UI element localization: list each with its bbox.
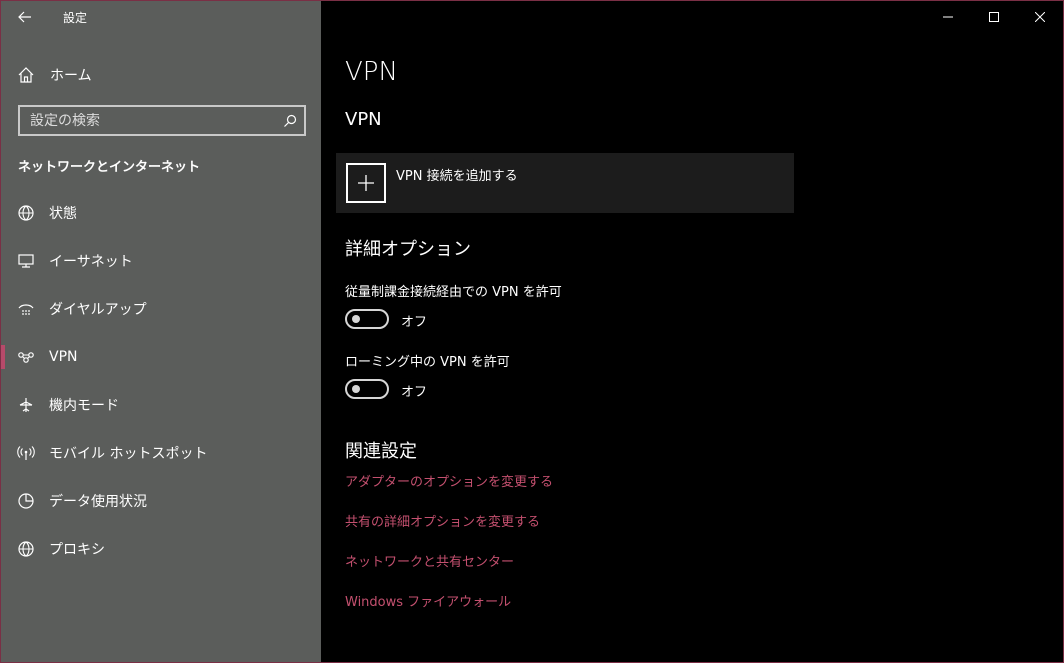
metered-toggle[interactable] <box>345 309 389 329</box>
related-settings-title: 関連設定 <box>345 441 417 462</box>
sidebar-item-label: イーサネット <box>49 254 133 270</box>
plus-icon <box>346 163 386 203</box>
sidebar-item-vpn[interactable]: VPN <box>1 333 321 381</box>
toggle-knob <box>352 385 360 393</box>
caption-buttons <box>925 1 1063 33</box>
globe-status-icon <box>18 205 34 221</box>
minimize-button[interactable] <box>925 1 971 33</box>
metered-toggle-state: オフ <box>401 315 428 330</box>
search-input[interactable] <box>20 112 276 129</box>
advanced-options-title: 詳細オプション <box>345 239 471 260</box>
title-bar: 設定 <box>1 1 321 33</box>
minimize-icon <box>943 16 953 18</box>
sidebar: 設定 ホーム ネットワークとインターネット 状態 イーサネット ダ <box>1 1 321 662</box>
sidebar-item-label: データ使用状況 <box>49 494 147 510</box>
airplane-icon <box>19 398 33 412</box>
metered-option-label: 従量制課金接続経由での VPN を許可 <box>345 285 562 300</box>
roaming-toggle[interactable] <box>345 379 389 399</box>
sidebar-item-ethernet[interactable]: イーサネット <box>1 237 321 285</box>
section-title: ネットワークとインターネット <box>18 160 201 175</box>
app-title: 設定 <box>63 10 88 25</box>
back-button[interactable] <box>1 1 49 33</box>
close-icon <box>1035 12 1045 22</box>
vpn-icon <box>18 352 34 363</box>
data-usage-icon <box>18 493 34 509</box>
maximize-button[interactable] <box>971 1 1017 33</box>
search-icon[interactable] <box>276 107 304 135</box>
sidebar-item-label: モバイル ホットスポット <box>49 446 208 462</box>
sidebar-item-label: 機内モード <box>49 398 119 414</box>
sidebar-item-home[interactable]: ホーム <box>1 57 321 93</box>
nav-list: 状態 イーサネット ダイヤルアップ VPN 機内モード モバイル ホットスポット <box>1 189 321 573</box>
dialup-icon <box>18 304 34 315</box>
search-box[interactable] <box>18 105 306 136</box>
sidebar-item-label: 状態 <box>49 206 77 222</box>
back-arrow-icon <box>18 11 31 23</box>
firewall-link[interactable]: Windows ファイアウォール <box>345 591 511 610</box>
hotspot-icon <box>17 446 35 460</box>
sidebar-item-status[interactable]: 状態 <box>1 189 321 237</box>
sidebar-item-label: プロキシ <box>49 542 105 558</box>
add-vpn-label: VPN 接続を追加する <box>396 169 518 184</box>
maximize-icon <box>989 12 999 22</box>
sidebar-item-label: ダイヤルアップ <box>49 302 147 318</box>
add-vpn-button[interactable]: VPN 接続を追加する <box>336 153 794 213</box>
toggle-knob <box>352 315 360 323</box>
roaming-toggle-state: オフ <box>401 385 428 400</box>
sidebar-item-dialup[interactable]: ダイヤルアップ <box>1 285 321 333</box>
adapter-options-link[interactable]: アダプターのオプションを変更する <box>345 471 553 490</box>
sidebar-item-hotspot[interactable]: モバイル ホットスポット <box>1 429 321 477</box>
page-title: VPN <box>345 57 398 87</box>
sidebar-item-data-usage[interactable]: データ使用状況 <box>1 477 321 525</box>
settings-window: 設定 ホーム ネットワークとインターネット 状態 イーサネット ダ <box>0 0 1064 663</box>
network-center-link[interactable]: ネットワークと共有センター <box>345 551 514 570</box>
sidebar-item-airplane[interactable]: 機内モード <box>1 381 321 429</box>
sidebar-item-label: ホーム <box>50 68 92 84</box>
roaming-option-label: ローミング中の VPN を許可 <box>345 355 510 370</box>
sidebar-item-proxy[interactable]: プロキシ <box>1 525 321 573</box>
close-button[interactable] <box>1017 1 1063 33</box>
sharing-options-link[interactable]: 共有の詳細オプションを変更する <box>345 511 540 530</box>
home-icon <box>18 67 34 83</box>
vpn-section-title: VPN <box>345 109 382 130</box>
main-pane: VPN VPN VPN 接続を追加する 詳細オプション 従量制課金接続経由での … <box>321 1 1063 662</box>
globe-icon <box>18 541 34 557</box>
sidebar-item-label: VPN <box>49 349 78 365</box>
ethernet-icon <box>18 254 34 268</box>
